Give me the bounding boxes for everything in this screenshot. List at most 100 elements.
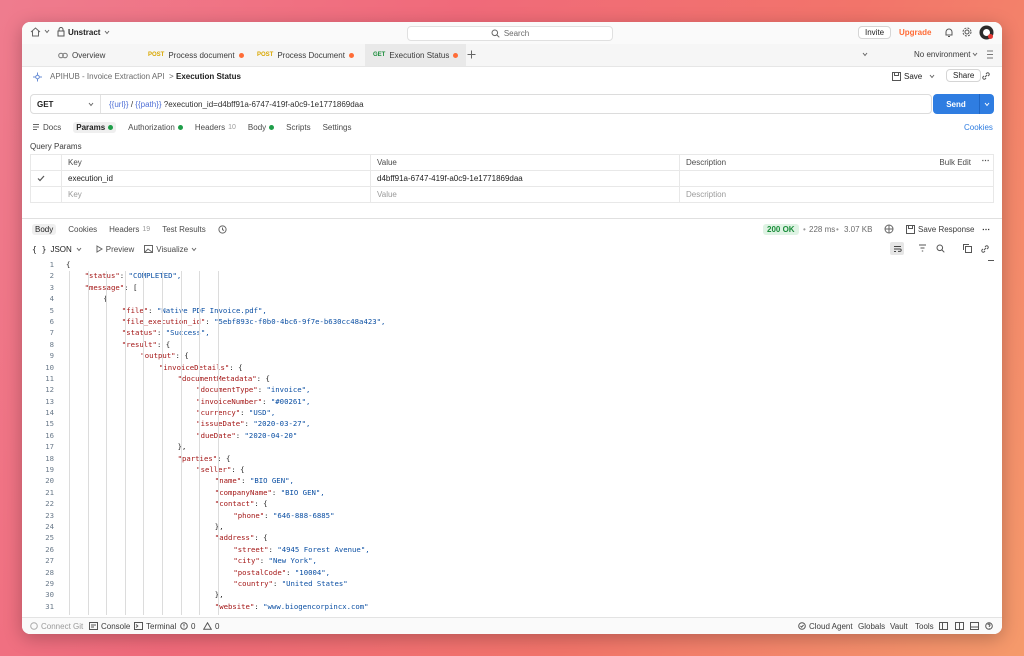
- collection-name[interactable]: APIHUB - Invoice Extraction API: [50, 72, 165, 81]
- more-icon[interactable]: ⋯: [982, 225, 990, 234]
- value-placeholder[interactable]: Value: [370, 186, 680, 203]
- new-tab-icon[interactable]: [467, 50, 476, 59]
- search-input[interactable]: Search: [407, 26, 613, 41]
- console-button[interactable]: Console: [89, 622, 130, 631]
- history-icon[interactable]: [218, 224, 227, 234]
- save-button[interactable]: Save: [904, 72, 922, 81]
- json-value: "COMPLETED",: [128, 271, 182, 281]
- cookies-link[interactable]: Cookies: [964, 123, 993, 132]
- workspace-name[interactable]: Unstract: [68, 28, 100, 37]
- tab-test-results[interactable]: Test Results: [162, 225, 206, 234]
- tab-response-headers[interactable]: Headers 19: [109, 225, 150, 234]
- preview-button[interactable]: Preview: [96, 245, 134, 254]
- gear-icon[interactable]: [962, 27, 972, 37]
- response-size[interactable]: 3.07 KB: [844, 225, 872, 234]
- home-icon[interactable]: [30, 27, 41, 37]
- active-dot: [177, 124, 183, 130]
- bell-icon[interactable]: [944, 27, 954, 38]
- errors-indicator[interactable]: 0: [180, 622, 195, 631]
- tab-authorization[interactable]: Authorization: [128, 123, 183, 132]
- more-icon[interactable]: ⋯: [982, 156, 990, 165]
- param-description[interactable]: [679, 170, 994, 187]
- chevron-down-icon[interactable]: [44, 29, 50, 34]
- chevron-down-icon[interactable]: [929, 74, 935, 79]
- tab-execution-status[interactable]: GET Execution Status: [365, 44, 467, 66]
- status-badge[interactable]: 200 OK: [763, 223, 799, 235]
- network-icon[interactable]: [884, 224, 894, 234]
- vault-button[interactable]: Vault: [890, 622, 908, 631]
- json-colon: :: [262, 396, 271, 406]
- unsaved-dot: [453, 52, 459, 58]
- share-button[interactable]: Share: [946, 69, 982, 82]
- copy-icon[interactable]: [963, 244, 972, 253]
- response-body-viewer[interactable]: 1 2 3 4 5 6 7 8 9 10 11 12 13 14 15 16 17 18 19 20 21 22 23 24 2…: [22, 259, 982, 615]
- tab-overview[interactable]: Overview: [50, 44, 113, 66]
- connect-git-button[interactable]: Connect Git: [30, 622, 83, 631]
- param-checkbox[interactable]: [30, 170, 62, 187]
- warnings-count: 0: [215, 621, 220, 631]
- layout-two-pane-icon[interactable]: [955, 622, 964, 630]
- wrap-lines-icon[interactable]: [890, 242, 904, 255]
- terminal-button[interactable]: Terminal: [134, 622, 176, 631]
- json-key: "documentType": [196, 385, 258, 395]
- description-placeholder[interactable]: Description: [679, 186, 994, 203]
- line-number: 28: [45, 567, 54, 577]
- avatar[interactable]: [979, 25, 994, 40]
- tab-body[interactable]: Body: [248, 123, 275, 132]
- code-line: "phone": "646-888-6885": [66, 510, 982, 521]
- pane-divider[interactable]: [22, 218, 1002, 219]
- upgrade-button[interactable]: Upgrade: [899, 28, 931, 37]
- line-number: 17: [45, 442, 54, 452]
- tab-settings[interactable]: Settings: [323, 123, 352, 132]
- link-icon[interactable]: [980, 244, 990, 254]
- url-input[interactable]: {{url}} / {{path}} ?execution_id=d4bff91…: [101, 100, 364, 109]
- scrollbar[interactable]: [988, 260, 994, 261]
- layout-left-icon[interactable]: [939, 622, 948, 630]
- param-key[interactable]: execution_id: [61, 170, 371, 187]
- save-response-button[interactable]: Save Response: [918, 225, 974, 234]
- link-icon[interactable]: [981, 71, 991, 81]
- chevron-down-icon[interactable]: [862, 52, 868, 57]
- chevron-down-icon: [191, 247, 197, 251]
- tab-headers[interactable]: Headers 10: [195, 123, 236, 132]
- layout-bottom-icon[interactable]: [970, 622, 979, 630]
- warnings-indicator[interactable]: 0: [203, 622, 219, 631]
- tools-button[interactable]: Tools: [915, 622, 934, 631]
- help-icon[interactable]: [985, 622, 993, 630]
- search-icon[interactable]: [936, 244, 945, 253]
- filter-icon[interactable]: [918, 244, 927, 252]
- chevron-down-icon[interactable]: [104, 30, 110, 35]
- environment-quicklook-icon[interactable]: [986, 50, 994, 59]
- tab-params[interactable]: Params: [73, 121, 117, 133]
- response-time[interactable]: 228 ms: [809, 225, 835, 234]
- globals-button[interactable]: Globals: [858, 622, 885, 631]
- invite-button[interactable]: Invite: [858, 26, 892, 39]
- tab-docs[interactable]: Docs: [32, 123, 61, 132]
- json-colon: :: [286, 567, 295, 577]
- search-placeholder: Search: [503, 29, 530, 38]
- send-button[interactable]: Send: [933, 94, 994, 114]
- tab-response-cookies[interactable]: Cookies: [68, 225, 97, 234]
- key-placeholder[interactable]: Key: [61, 186, 371, 203]
- json-value: {: [66, 260, 71, 269]
- bulk-edit-button[interactable]: Bulk Edit: [939, 158, 971, 167]
- method-select[interactable]: GET: [31, 95, 101, 113]
- format-select[interactable]: { } JSON: [32, 245, 82, 254]
- cloud-agent-button[interactable]: Cloud Agent: [798, 622, 853, 631]
- json-value: {: [263, 533, 268, 543]
- tab-label: Process Document: [277, 50, 345, 60]
- chevron-down-icon[interactable]: [972, 52, 978, 57]
- tab-response-body[interactable]: Body: [32, 223, 57, 235]
- line-number: 7: [49, 328, 54, 338]
- json-key: "companyName": [214, 487, 272, 497]
- tab-scripts[interactable]: Scripts: [286, 123, 310, 132]
- visualize-button[interactable]: Visualize: [144, 245, 197, 254]
- tab-process-document[interactable]: POST Process document: [140, 44, 252, 66]
- environment-select[interactable]: No environment: [914, 50, 970, 59]
- chevron-down-icon[interactable]: [980, 102, 994, 107]
- table-header-row: Key Value Description Bulk Edit ⋯: [30, 154, 994, 171]
- param-value[interactable]: d4bff91a-6747-419f-a0c9-1e1771869daa: [370, 170, 680, 187]
- line-number: 21: [45, 487, 54, 497]
- tab-process-document-2[interactable]: POST Process Document: [249, 44, 362, 66]
- page-title[interactable]: Execution Status: [176, 72, 241, 81]
